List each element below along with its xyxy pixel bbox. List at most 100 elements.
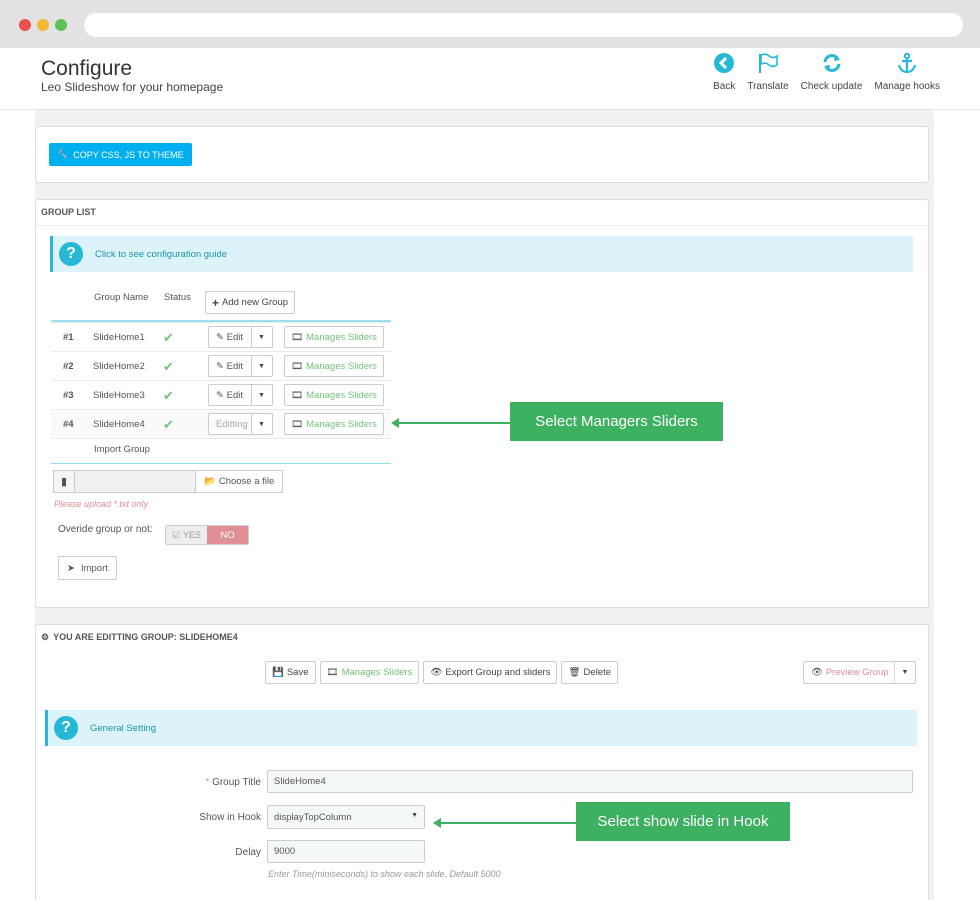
flag-icon (759, 53, 778, 73)
copy-css-js-label: COPY CSS, JS TO THEME (73, 149, 184, 160)
film-icon: 🎞 (291, 389, 304, 401)
close-window-dot[interactable] (19, 19, 31, 31)
configuration-guide-link[interactable]: Click to see configuration guide (95, 249, 227, 260)
file-path-input[interactable] (75, 470, 196, 493)
delete-button[interactable]: 🗑 Delete (561, 661, 619, 684)
select-managers-sliders-callout: Select Managers Sliders (510, 402, 723, 441)
group-title-label: * Group Title (111, 777, 261, 788)
manages-sliders-button[interactable]: 🎞 Manages Sliders (284, 326, 384, 348)
editing-group-title: YOU ARE EDITTING GROUP: SLIDEHOME4 (53, 632, 238, 642)
eye-icon: 👁 (811, 667, 826, 678)
edit-label: Edit (226, 331, 243, 343)
show-in-hook-select[interactable]: displayTopColumn ▼ (267, 805, 425, 829)
toolbar: Back Translate Check update Manage hooks (701, 52, 940, 92)
import-label: Import (80, 562, 108, 574)
manages-sliders-label: Manages Sliders (306, 331, 377, 343)
preview-group-label: Preview Group (825, 667, 889, 678)
select-show-slide-in-hook-callout: Select show slide in Hook (576, 802, 790, 841)
export-group-label: Export Group and sliders (445, 667, 551, 678)
maximize-window-dot[interactable] (55, 19, 67, 31)
main-content: 🔧 COPY CSS, JS TO THEME GROUP LIST ? Cli… (35, 110, 934, 900)
add-new-group-button[interactable]: + Add new Group (205, 291, 296, 314)
caret-down-icon[interactable]: ▼ (251, 327, 271, 347)
preview-group-button[interactable]: 👁 Preview Group ▼ (803, 661, 916, 684)
wrench-icon: 🔧 (57, 149, 69, 159)
page: Configure Leo Slideshow for your homepag… (0, 48, 980, 900)
file-upload-group: ▮ 📂 Choose a file (53, 470, 284, 493)
copy-css-js-button[interactable]: 🔧 COPY CSS, JS TO THEME (49, 143, 192, 166)
caret-down-icon[interactable]: ▼ (251, 385, 271, 405)
group-number: #4 (63, 419, 74, 430)
film-icon: 🎞 (291, 360, 304, 372)
manages-sliders-label: Manages Sliders (306, 360, 377, 372)
manages-sliders-label: Manages Sliders (341, 667, 413, 678)
translate-label: Translate (747, 81, 789, 92)
delay-label: Delay (235, 847, 261, 858)
switch-no-option[interactable]: NO (207, 526, 248, 544)
translate-button[interactable]: Translate (747, 52, 789, 92)
upload-hint: Please upload *.txt only (54, 499, 149, 509)
save-label: Save (286, 667, 309, 678)
manages-sliders-label: Manages Sliders (306, 389, 377, 401)
choose-file-label: Choose a file (218, 476, 275, 487)
check-icon: ✔ (163, 417, 174, 432)
check-update-label: Check update (800, 81, 863, 92)
show-in-hook-label: Show in Hook (199, 812, 261, 823)
table-row: #4 SlideHome4 ✔ Editting ▼ 🎞 Manages Slide… (51, 409, 391, 438)
override-group-switch[interactable]: ☑ YES NO (165, 525, 249, 545)
check-icon: ✔ (163, 359, 174, 374)
pencil-icon: ✎ (216, 389, 227, 401)
managers-sliders-arrow (391, 418, 510, 428)
edit-label: Edit (226, 360, 243, 372)
page-title: Configure (41, 57, 133, 80)
manage-hooks-button[interactable]: Manage hooks (874, 52, 940, 92)
import-group-label: Import Group (94, 444, 150, 455)
group-action-buttons: 💾 Save 🎞 Manages Sliders 👁 Export Group and… (265, 661, 619, 684)
show-in-hook-arrow (433, 818, 576, 828)
back-button[interactable]: Back (713, 52, 735, 92)
manages-sliders-button[interactable]: 🎞 Manages Sliders (284, 413, 384, 435)
configuration-guide-alert[interactable]: ? Click to see configuration guide (50, 236, 913, 272)
delay-input[interactable]: 9000 (267, 840, 425, 863)
file-icon: ▮ (53, 470, 75, 493)
address-bar[interactable] (84, 13, 963, 37)
manages-sliders-label: Manages Sliders (306, 418, 377, 430)
editting-button[interactable]: Editting ▼ (208, 413, 273, 435)
save-icon: 💾 (272, 667, 284, 678)
manages-sliders-button[interactable]: 🎞 Manages Sliders (284, 384, 384, 406)
group-name: SlideHome3 (93, 390, 145, 401)
manage-hooks-label: Manage hooks (874, 81, 940, 92)
save-button[interactable]: 💾 Save (265, 661, 316, 684)
copy-panel: 🔧 COPY CSS, JS TO THEME (35, 126, 929, 183)
edit-button[interactable]: ✎ Edit ▼ (208, 326, 273, 348)
question-icon: ? (59, 242, 83, 266)
group-name: SlideHome2 (93, 361, 145, 372)
manages-sliders-button[interactable]: 🎞 Manages Sliders (284, 355, 384, 377)
refresh-icon (823, 54, 841, 72)
choose-file-button[interactable]: 📂 Choose a file (196, 470, 284, 493)
manages-sliders-button[interactable]: 🎞 Manages Sliders (319, 661, 420, 684)
add-new-group-label: Add new Group (222, 297, 289, 308)
back-icon (714, 53, 735, 73)
switch-yes-label: YES (183, 530, 202, 540)
pencil-icon: ✎ (216, 360, 227, 372)
edit-button[interactable]: ✎ Edit ▼ (208, 384, 273, 406)
folder-open-icon: 📂 (204, 476, 216, 487)
eye-icon: 👁 (430, 667, 443, 678)
edit-button[interactable]: ✎ Edit ▼ (208, 355, 273, 377)
caret-down-icon[interactable]: ▼ (894, 662, 915, 683)
caret-down-icon[interactable]: ▼ (251, 356, 271, 376)
plus-icon: + (212, 295, 220, 310)
export-group-button[interactable]: 👁 Export Group and sliders (423, 661, 558, 684)
import-button[interactable]: ➤ Import (58, 556, 117, 580)
group-name-header: Group Name (94, 292, 149, 303)
back-label: Back (713, 81, 736, 92)
film-icon: 🎞 (326, 667, 339, 678)
caret-down-icon[interactable]: ▼ (251, 414, 271, 434)
switch-yes-option[interactable]: ☑ YES (166, 526, 207, 544)
group-title-input[interactable]: SlideHome4 (267, 770, 913, 793)
table-row: #3 SlideHome3 ✔ ✎ Edit ▼ 🎞 Manages Sliders (51, 380, 391, 409)
check-update-button[interactable]: Check update (800, 52, 863, 92)
trash-icon: 🗑 (568, 667, 581, 678)
minimize-window-dot[interactable] (37, 19, 49, 31)
